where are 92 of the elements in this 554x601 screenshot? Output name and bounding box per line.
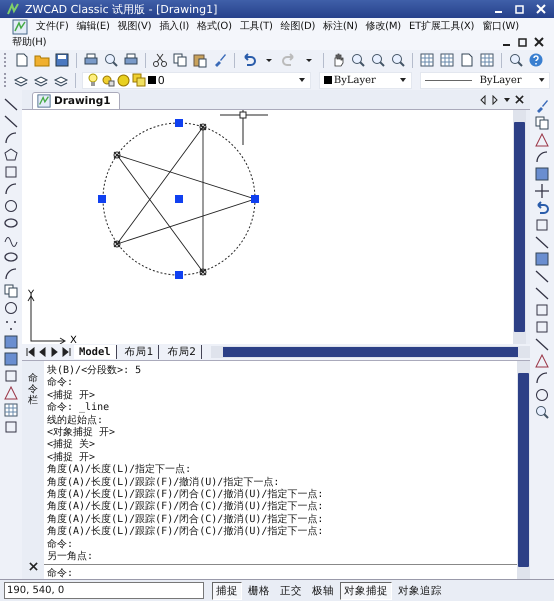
menu-item[interactable]: 格式(O) — [193, 19, 236, 34]
history-line: 角度(A)/长度(L)/跟踪(F)/闭合(C)/撤消(U)/指定下一点: — [47, 489, 324, 500]
menu-item[interactable]: 修改(M) — [362, 19, 405, 34]
help-icon[interactable] — [528, 52, 544, 68]
status-toggle[interactable]: 捕捉 — [212, 582, 242, 600]
history-line: 角度(A)/长度(L)/跟踪(F)/撤消(U)/指定下一点: — [47, 476, 280, 488]
caret-icon — [298, 76, 306, 84]
linetype-value: ByLayer — [480, 74, 522, 86]
layout-tab[interactable]: Model — [74, 345, 117, 359]
axis-label: X — [70, 335, 77, 345]
table-icon[interactable] — [3, 402, 19, 418]
status-toggle[interactable]: 栅格 — [244, 582, 274, 600]
history-line: 角度(A)/长度(L)/跟踪(F)/闭合(C)/撤消(U)/指定下一点: — [47, 501, 324, 514]
rectangle-icon[interactable] — [3, 164, 19, 180]
window-title: ZWCAD Classic 试用版 - [Drawing1] — [25, 2, 218, 16]
caret-icon — [538, 76, 545, 84]
history-line: 命令: — [47, 377, 74, 390]
history-line: <捕捉 开> — [47, 390, 96, 402]
menu-item[interactable]: 标注(N) — [319, 19, 362, 34]
tab-nav-icon[interactable] — [26, 347, 35, 357]
line-icon[interactable] — [3, 96, 19, 112]
triangle-icon[interactable] — [534, 353, 550, 369]
document-tab[interactable]: Drawing1 — [32, 92, 120, 109]
scroll-left-icon[interactable] — [479, 94, 487, 104]
status-toggle[interactable]: 对象捕捉 — [340, 582, 392, 600]
axis-label: Y — [28, 289, 34, 300]
history-line: 线的起始点: — [47, 414, 104, 426]
menu-item[interactable]: 工具(T) — [236, 19, 277, 34]
layer-name: 0 — [158, 74, 165, 86]
history-line: <捕捉 关> — [47, 439, 96, 452]
move-icon[interactable] — [534, 183, 550, 199]
document-icon[interactable] — [12, 18, 28, 34]
layout-tab[interactable]: 布局2 — [162, 345, 202, 359]
coordinates-field: 190, 540, 0 — [4, 582, 204, 599]
menu-item[interactable]: 视图(V) — [114, 19, 156, 34]
history-line: 命令: _line — [47, 402, 110, 414]
menu-item[interactable]: 绘图(D) — [276, 19, 320, 34]
caret-icon — [398, 76, 407, 84]
layers-icon — [132, 73, 146, 87]
menu-item[interactable]: 窗口(W) — [478, 19, 523, 34]
history-line: <捕捉 开> — [47, 452, 96, 464]
vertical-scrollbar[interactable] — [513, 110, 526, 344]
menu-item[interactable]: 文件(F) — [32, 19, 73, 34]
close-icon[interactable] — [534, 37, 544, 47]
history-line: 角度(A)/长度(L)/跟踪(F)/闭合(C)/撤消(U)/指定下一点: — [47, 514, 324, 526]
menu-item[interactable]: 编辑(E) — [72, 19, 114, 34]
history-line: 另一角点: — [47, 551, 94, 564]
tab-nav-icon[interactable] — [62, 347, 71, 357]
menu-item[interactable]: 插入(I) — [155, 19, 194, 34]
history-line: <对象捕捉 开> — [47, 427, 116, 438]
circle-icon — [116, 74, 130, 86]
color-swatch — [324, 76, 332, 84]
bulb-icon — [86, 73, 99, 87]
arc-icon[interactable] — [3, 181, 19, 197]
horizontal-scrollbar[interactable] — [210, 346, 530, 358]
status-toggle[interactable]: 正交 — [276, 582, 306, 600]
copy-icon[interactable] — [172, 52, 188, 68]
linetype-dropdown[interactable]: ByLayer — [420, 72, 550, 88]
menu-item[interactable]: 帮助(H) — [8, 34, 50, 50]
ucs-axes — [28, 295, 66, 344]
color-swatch — [148, 76, 156, 84]
history-line: 角度(A)/长度(L)/跟踪(F)/闭合(C)/撤消(U)/指定下一点: — [47, 526, 324, 539]
restore-icon[interactable] — [518, 37, 528, 47]
color-value: ByLayer — [334, 74, 376, 86]
history-line: 角度(A)/长度(L)/指定下一点: — [47, 464, 192, 476]
menu-item[interactable]: ET扩展工具(X) — [404, 19, 478, 34]
scroll-right-icon[interactable] — [491, 94, 499, 104]
polygon-icon[interactable] — [3, 147, 19, 163]
document-icon — [37, 94, 51, 108]
color-dropdown[interactable]: ByLayer — [318, 72, 412, 88]
save-icon[interactable] — [54, 52, 70, 68]
paste-icon[interactable] — [192, 52, 208, 68]
history-line: 块(B)/<分段数>: 5 — [47, 365, 142, 377]
zoom-icon[interactable] — [350, 52, 366, 68]
copy-object-icon[interactable] — [534, 115, 550, 131]
status-toggle[interactable]: 极轴 — [308, 582, 338, 600]
cut-icon[interactable] — [152, 52, 168, 68]
circle-icon[interactable] — [3, 198, 19, 214]
ellipse-arc-icon[interactable] — [3, 266, 19, 282]
history-line: 命令: — [47, 538, 74, 551]
new-file-icon[interactable] — [14, 52, 30, 68]
vertical-scrollbar[interactable] — [517, 361, 530, 579]
status-toggle[interactable]: 对象追踪 — [394, 582, 446, 600]
find-icon[interactable] — [508, 52, 524, 68]
cad-drawing[interactable] — [98, 110, 268, 279]
close-icon[interactable] — [515, 95, 524, 104]
app-logo-icon — [6, 2, 20, 16]
panel-title: 命令栏 — [28, 373, 38, 406]
drawing-canvas[interactable]: Y X — [22, 110, 513, 345]
layout-tab[interactable]: 布局1 — [120, 345, 160, 359]
layer-dropdown[interactable]: 0 — [82, 72, 311, 88]
close-icon[interactable] — [28, 562, 38, 571]
